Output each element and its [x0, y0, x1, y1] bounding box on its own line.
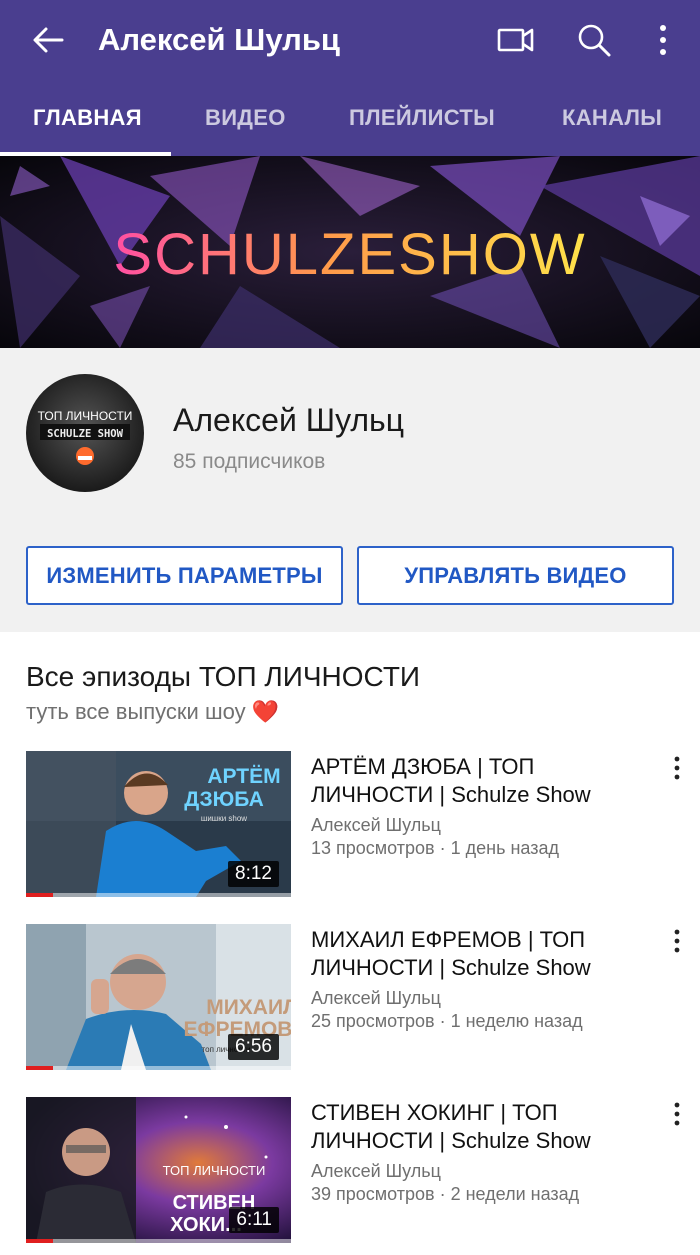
video-item[interactable]: АРТЁМ ДЗЮБА шишки show 8:12 АРТЁМ ДЗЮБА … [0, 751, 700, 901]
video-thumbnail[interactable]: ТОП ЛИЧНОСТИ СТИВЕН ХОКИ... 6:11 [26, 1097, 291, 1243]
thumb-text-1: ТОП ЛИЧНОСТИ [163, 1163, 266, 1178]
avatar-text-top: ТОП ЛИЧНОСТИ [38, 409, 133, 423]
banner-text: SCHULZESHOW [113, 222, 586, 287]
tab-bar: ГЛАВНАЯ ВИДЕО ПЛЕЙЛИСТЫ КАНАЛЫ [0, 80, 700, 156]
more-vert-icon[interactable] [664, 926, 690, 956]
page-title: Алексей Шульц [98, 22, 340, 57]
thumb-text-1: АРТЁМ [207, 765, 280, 788]
channel-name: Алексей Шульц [173, 402, 405, 438]
subscriber-count: 85 подписчиков [173, 450, 326, 473]
video-channel: Алексей Шульц [311, 988, 441, 1008]
video-camera-icon[interactable] [496, 20, 536, 60]
thumb-text-3: шишки show [201, 814, 247, 823]
tab-channels[interactable]: КАНАЛЫ [562, 104, 662, 132]
video-thumbnail[interactable]: АРТЁМ ДЗЮБА шишки show 8:12 [26, 751, 291, 897]
avatar[interactable]: ТОП ЛИЧНОСТИ SCHULZE SHOW [26, 374, 144, 492]
more-vert-icon[interactable] [664, 753, 690, 783]
thumb-text-2: ДЗЮБА [184, 788, 264, 811]
more-vert-icon[interactable] [664, 1099, 690, 1129]
video-duration: 6:56 [228, 1034, 279, 1060]
video-duration: 8:12 [228, 861, 279, 887]
section-subtitle: туть все выпуски шоу ❤️ [26, 699, 280, 724]
watch-progress [26, 893, 291, 897]
more-vert-icon[interactable] [643, 20, 683, 60]
video-duration: 6:11 [229, 1207, 279, 1233]
edit-settings-button[interactable]: ИЗМЕНИТЬ ПАРАМЕТРЫ [26, 546, 343, 605]
thumb-text-1: МИХАИЛ [206, 996, 291, 1019]
video-meta: 39 просмотров · 2 недели назад [311, 1184, 580, 1204]
search-icon[interactable] [574, 20, 614, 60]
section-title[interactable]: Все эпизоды ТОП ЛИЧНОСТИ [26, 660, 420, 694]
video-channel: Алексей Шульц [311, 1161, 441, 1181]
tab-playlists[interactable]: ПЛЕЙЛИСТЫ [349, 104, 495, 132]
top-toolbar: Алексей Шульц [0, 0, 700, 80]
back-arrow-icon[interactable] [28, 20, 68, 60]
avatar-text-bottom: SCHULZE SHOW [47, 428, 124, 440]
video-channel: Алексей Шульц [311, 815, 441, 835]
app-bar: Алексей Шульц ГЛАВНАЯ ВИДЕО ПЛЕЙЛИСТЫ КА… [0, 0, 700, 156]
manage-videos-button[interactable]: УПРАВЛЯТЬ ВИДЕО [357, 546, 674, 605]
watch-progress [26, 1239, 291, 1243]
video-title[interactable]: АРТЁМ ДЗЮБА | ТОП ЛИЧНОСТИ | Schulze Sho… [311, 753, 651, 809]
tab-videos[interactable]: ВИДЕО [205, 104, 286, 132]
video-thumbnail[interactable]: МИХАИЛ ЕФРЕМОВ топ личности 6:56 [26, 924, 291, 1070]
video-item[interactable]: ТОП ЛИЧНОСТИ СТИВЕН ХОКИ... 6:11 СТИВЕН … [0, 1097, 700, 1247]
video-title[interactable]: МИХАИЛ ЕФРЕМОВ | ТОП ЛИЧНОСТИ | Schulze … [311, 926, 651, 982]
video-meta: 25 просмотров · 1 неделю назад [311, 1011, 583, 1031]
tab-home[interactable]: ГЛАВНАЯ [33, 104, 142, 132]
watch-progress [26, 1066, 291, 1070]
channel-banner: SCHULZESHOW [0, 156, 700, 348]
video-meta: 13 просмотров · 1 день назад [311, 838, 559, 858]
video-title[interactable]: СТИВЕН ХОКИНГ | ТОП ЛИЧНОСТИ | Schulze S… [311, 1099, 651, 1155]
video-item[interactable]: МИХАИЛ ЕФРЕМОВ топ личности 6:56 МИХАИЛ … [0, 924, 700, 1074]
channel-info: ТОП ЛИЧНОСТИ SCHULZE SHOW Алексей Шульц … [0, 348, 700, 632]
